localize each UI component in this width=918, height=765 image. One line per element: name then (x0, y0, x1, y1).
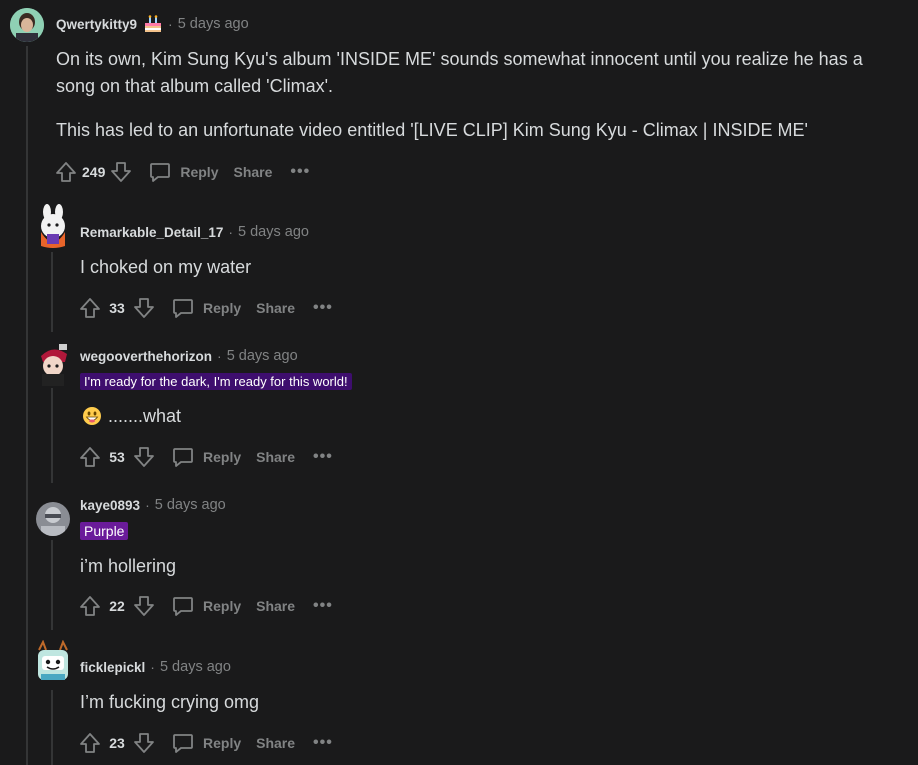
timestamp[interactable]: 5 days ago (155, 497, 226, 513)
more-options-icon[interactable]: ••• (313, 448, 333, 466)
reply-button[interactable]: Reply (171, 731, 241, 755)
downvote-icon[interactable] (108, 159, 134, 185)
comment-bubble-icon (173, 597, 193, 616)
more-options-icon[interactable]: ••• (313, 597, 333, 615)
timestamp[interactable]: 5 days ago (160, 659, 231, 675)
share-button[interactable]: Share (256, 449, 295, 465)
reply-button[interactable]: Reply (171, 445, 241, 469)
reply-label: Reply (203, 300, 242, 316)
thread-line-main[interactable] (26, 46, 28, 765)
more-options-icon[interactable]: ••• (313, 299, 333, 317)
share-label: Share (256, 598, 296, 614)
thread-line-reply-4[interactable] (51, 690, 53, 765)
downvote-icon[interactable] (131, 730, 157, 756)
meta-separator: · (228, 224, 234, 240)
meta-separator: · (145, 497, 150, 513)
comment-body-line: song on that album called 'Climax'. (56, 76, 334, 96)
downvote-icon[interactable] (131, 593, 157, 619)
share-button[interactable]: Share (256, 735, 295, 751)
reply-button[interactable]: Reply (148, 160, 218, 184)
reply-button[interactable]: Reply (171, 594, 241, 618)
avatar[interactable] (33, 640, 73, 686)
comment-bubble-icon (173, 299, 193, 318)
meta-separator: · (150, 659, 155, 675)
share-label: Share (256, 300, 296, 316)
comment-body-line: On its own, Kim Sung Kyu's album 'INSIDE… (56, 49, 863, 69)
comment-body-line: This has led to an unfortunate video ent… (56, 120, 808, 140)
vote-score: 249 (82, 164, 106, 180)
upvote-icon[interactable] (77, 730, 103, 756)
username[interactable]: kaye0893 (80, 498, 140, 513)
share-label: Share (256, 449, 296, 465)
comment-actions: 53 Reply Share ••• (77, 444, 333, 470)
comment-bubble-icon (173, 448, 193, 467)
user-flair: I'm ready for the dark, I'm ready for th… (80, 373, 352, 390)
cake-day-icon (143, 15, 163, 33)
vote-score: 53 (109, 449, 125, 465)
avatar[interactable] (36, 502, 70, 536)
comment-actions: 22 Reply Share ••• (77, 593, 333, 619)
upvote-icon[interactable] (77, 593, 103, 619)
reply-label: Reply (180, 164, 219, 180)
downvote-icon[interactable] (131, 295, 157, 321)
reply-label: Reply (203, 449, 242, 465)
reply-label: Reply (203, 735, 242, 751)
thread-line-reply-1[interactable] (51, 252, 53, 332)
share-label: Share (256, 735, 296, 751)
meta-separator: · (168, 16, 173, 32)
comment-body: I’m fucking crying omg (80, 692, 260, 712)
comment-actions: 23 Reply Share ••• (77, 730, 333, 756)
avatar[interactable] (35, 204, 71, 250)
user-flair: Purple (80, 522, 129, 540)
share-button[interactable]: Share (256, 598, 295, 614)
share-label: Share (233, 164, 273, 180)
vote-score: 23 (109, 735, 125, 751)
comment-actions: 33 Reply Share ••• (77, 295, 333, 321)
comment-actions: 249 Reply Share ••• (53, 159, 310, 185)
vote-score: 22 (109, 598, 125, 614)
upvote-icon[interactable] (77, 444, 103, 470)
vote-score: 33 (109, 300, 125, 316)
more-options-icon[interactable]: ••• (313, 734, 333, 752)
reply-label: Reply (203, 598, 242, 614)
grinning-face-icon (82, 406, 102, 426)
comment-bubble-icon (150, 163, 171, 182)
more-options-icon[interactable]: ••• (290, 163, 310, 181)
thread-line-reply-2[interactable] (51, 388, 53, 483)
timestamp[interactable]: 5 days ago (178, 16, 249, 32)
share-button[interactable]: Share (233, 164, 272, 180)
meta-separator: · (217, 348, 222, 364)
reply-button[interactable]: Reply (171, 296, 241, 320)
username[interactable]: wegooverthehorizon (80, 349, 212, 364)
comment-bubble-icon (173, 734, 193, 753)
username[interactable]: ficklepickl (80, 660, 145, 675)
thread-line-reply-3[interactable] (51, 540, 53, 630)
avatar[interactable] (35, 342, 71, 386)
username[interactable]: Qwertykitty9 (56, 17, 137, 32)
comment-thread: Qwertykitty9 · 5 days ago On its own, Ki… (0, 0, 918, 765)
comment-body: .......what (108, 406, 182, 426)
share-button[interactable]: Share (256, 300, 295, 316)
username[interactable]: Remarkable_Detail_17 (80, 225, 223, 240)
downvote-icon[interactable] (131, 444, 157, 470)
timestamp[interactable]: 5 days ago (227, 348, 298, 364)
upvote-icon[interactable] (77, 295, 103, 321)
upvote-icon[interactable] (53, 159, 79, 185)
comment-body: i’m hollering (80, 556, 177, 576)
comment-body: I choked on my water (80, 257, 252, 277)
timestamp[interactable]: 5 days ago (238, 224, 309, 240)
avatar[interactable] (10, 8, 44, 42)
